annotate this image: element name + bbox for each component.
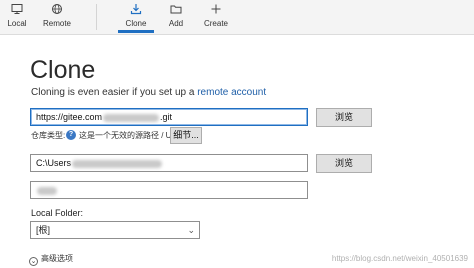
repo-type-label: 仓库类型: — [31, 131, 66, 140]
browse-source-button[interactable]: 浏览 — [316, 108, 372, 127]
repo-type-hint: 这是一个无效的源路径 / URL — [79, 131, 182, 140]
destination-path-input[interactable]: C:\Users — [30, 154, 308, 172]
toolbar-local-label: Local — [7, 19, 27, 28]
toolbar-add-button[interactable]: Add — [164, 2, 188, 32]
toolbar-create-label: Create — [203, 19, 228, 28]
local-folder-select[interactable]: [根] ⌄ — [30, 221, 200, 239]
toolbar-remote-button[interactable]: Remote — [40, 2, 74, 32]
redacted-text — [37, 186, 57, 195]
redacted-text — [103, 113, 160, 122]
browse-destination-button[interactable]: 浏览 — [316, 154, 372, 173]
plus-icon — [200, 3, 232, 18]
source-url-start: https://gitee.com — [36, 112, 103, 122]
remote-account-link[interactable]: remote account — [197, 87, 266, 98]
local-folder-value: [根] — [36, 225, 51, 235]
toolbar-remote-label: Remote — [42, 19, 71, 28]
redacted-text — [72, 159, 163, 168]
active-tab-indicator — [118, 30, 154, 33]
toolbar-create-button[interactable]: Create — [200, 2, 232, 32]
advanced-options-label: 高级选项 — [41, 254, 73, 263]
globe-icon — [40, 3, 74, 18]
toolbar-clone-button[interactable]: Clone — [120, 2, 152, 32]
page-subtitle: Cloning is even easier if you set up a r… — [31, 87, 266, 99]
folder-icon — [164, 3, 188, 18]
help-icon: ? — [66, 130, 76, 140]
monitor-icon — [4, 3, 30, 18]
source-url-input[interactable]: https://gitee.com .git — [30, 108, 308, 126]
expand-icon: ⌄ — [29, 257, 38, 266]
download-icon — [120, 3, 152, 18]
details-button[interactable]: 细节... — [170, 127, 202, 144]
destination-path-value: C:\Users — [36, 158, 72, 168]
source-url-end: .git — [160, 112, 173, 122]
toolbar-clone-label: Clone — [125, 19, 147, 28]
advanced-options-toggle[interactable]: ⌄ 高级选项 — [29, 253, 73, 266]
watermark: https://blog.csdn.net/weixin_40501639 — [331, 254, 468, 263]
subtitle-text: Cloning is even easier if you set up a — [31, 87, 195, 98]
page-title: Clone — [30, 56, 96, 84]
toolbar: Local Remote Clone Add Create — [0, 0, 474, 35]
toolbar-divider — [96, 4, 97, 30]
chevron-down-icon: ⌄ — [187, 225, 195, 235]
repo-name-input[interactable] — [30, 181, 308, 199]
toolbar-add-label: Add — [168, 19, 184, 28]
toolbar-local-button[interactable]: Local — [4, 2, 30, 32]
local-folder-label: Local Folder: — [31, 208, 84, 218]
